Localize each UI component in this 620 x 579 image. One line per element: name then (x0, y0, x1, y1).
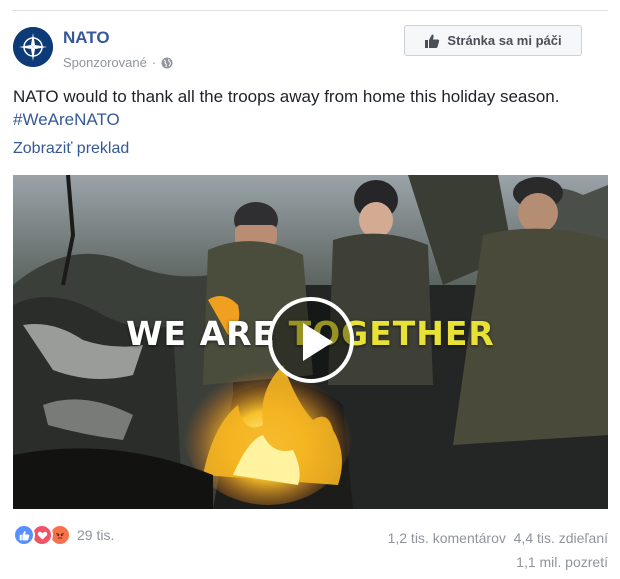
see-translation-link[interactable]: Zobraziť preklad (13, 140, 129, 158)
hashtag-link[interactable]: #WeAreNATO (13, 108, 603, 131)
post-body: NATO would to thank all the troops away … (13, 85, 603, 131)
views-count[interactable]: 1,1 mil. pozretí (516, 554, 608, 570)
play-button[interactable] (268, 297, 354, 383)
like-reaction-icon (13, 524, 35, 546)
like-page-button[interactable]: Stránka sa mi páči (404, 25, 582, 56)
sponsored-label[interactable]: Sponzorované (63, 55, 147, 70)
page-name-link[interactable]: NATO (63, 28, 110, 48)
separator-dot: · (151, 55, 157, 70)
overlay-text-white: WE ARE (126, 314, 289, 353)
video-player[interactable]: WE ARE TOGETHER (13, 175, 608, 509)
page-avatar[interactable] (13, 27, 53, 67)
reaction-count: 29 tis. (77, 527, 115, 543)
reactions-summary[interactable]: 29 tis. (13, 524, 114, 546)
thumbs-up-icon (425, 34, 440, 48)
top-divider (12, 10, 608, 11)
post-message: NATO would to thank all the troops away … (13, 87, 560, 106)
engagement-stats: 1,2 tis. komentárov 4,4 tis. zdieľaní 1,… (388, 526, 608, 574)
nato-logo-icon (13, 27, 53, 67)
globe-icon[interactable] (161, 57, 173, 69)
shares-count-link[interactable]: 4,4 tis. zdieľaní (514, 530, 608, 546)
comments-count-link[interactable]: 1,2 tis. komentárov (388, 530, 506, 546)
post-meta: Sponzorované · (63, 55, 173, 70)
like-page-label: Stránka sa mi páči (447, 33, 562, 48)
play-icon (303, 323, 333, 361)
